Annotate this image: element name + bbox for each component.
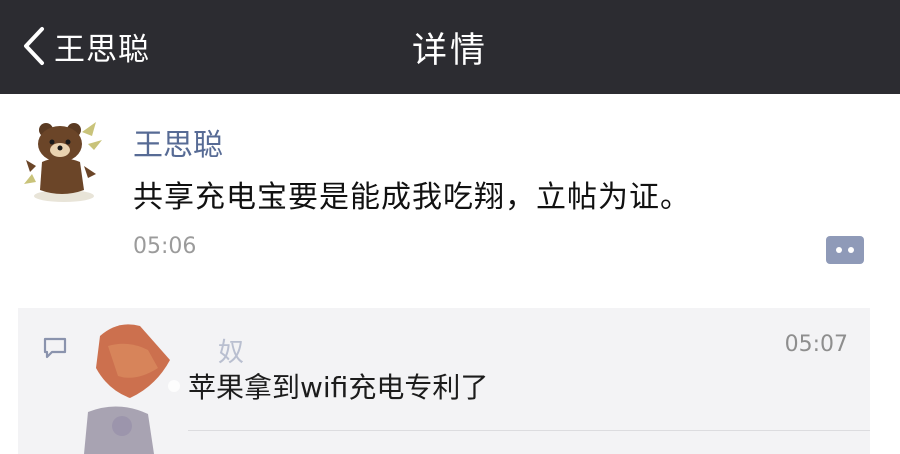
navbar: 王思聪 详情 [0, 0, 900, 94]
post-time: 05:06 [133, 234, 197, 259]
dot [836, 247, 842, 253]
comment-bubble-icon [42, 336, 68, 364]
page-title: 详情 [411, 31, 488, 71]
comment-time: 05:07 [784, 332, 848, 357]
comment-text: 苹果拿到wifi充电专利了 [188, 371, 489, 404]
comment-dots-icon[interactable] [826, 236, 864, 264]
post: 王思聪 共享充电宝要是能成我吃翔，立帖为证。 05:06 [0, 94, 900, 304]
post-author[interactable]: 王思聪 [133, 120, 223, 164]
comments-panel: 奴 05:07 苹果拿到wifi充电专利了 [18, 308, 870, 454]
dot [848, 247, 854, 253]
post-content: 共享充电宝要是能成我吃翔，立帖为证。 [133, 180, 691, 215]
commenter-name[interactable]: 奴 [218, 332, 244, 369]
commenter-avatar[interactable] [78, 316, 188, 454]
moments-detail-screen: 王思聪 详情 王思聪 共享充电宝要是能成我吃翔，立帖为证。 05:06 奴 05… [0, 0, 900, 454]
avatar[interactable] [22, 114, 106, 206]
divider [188, 430, 870, 431]
